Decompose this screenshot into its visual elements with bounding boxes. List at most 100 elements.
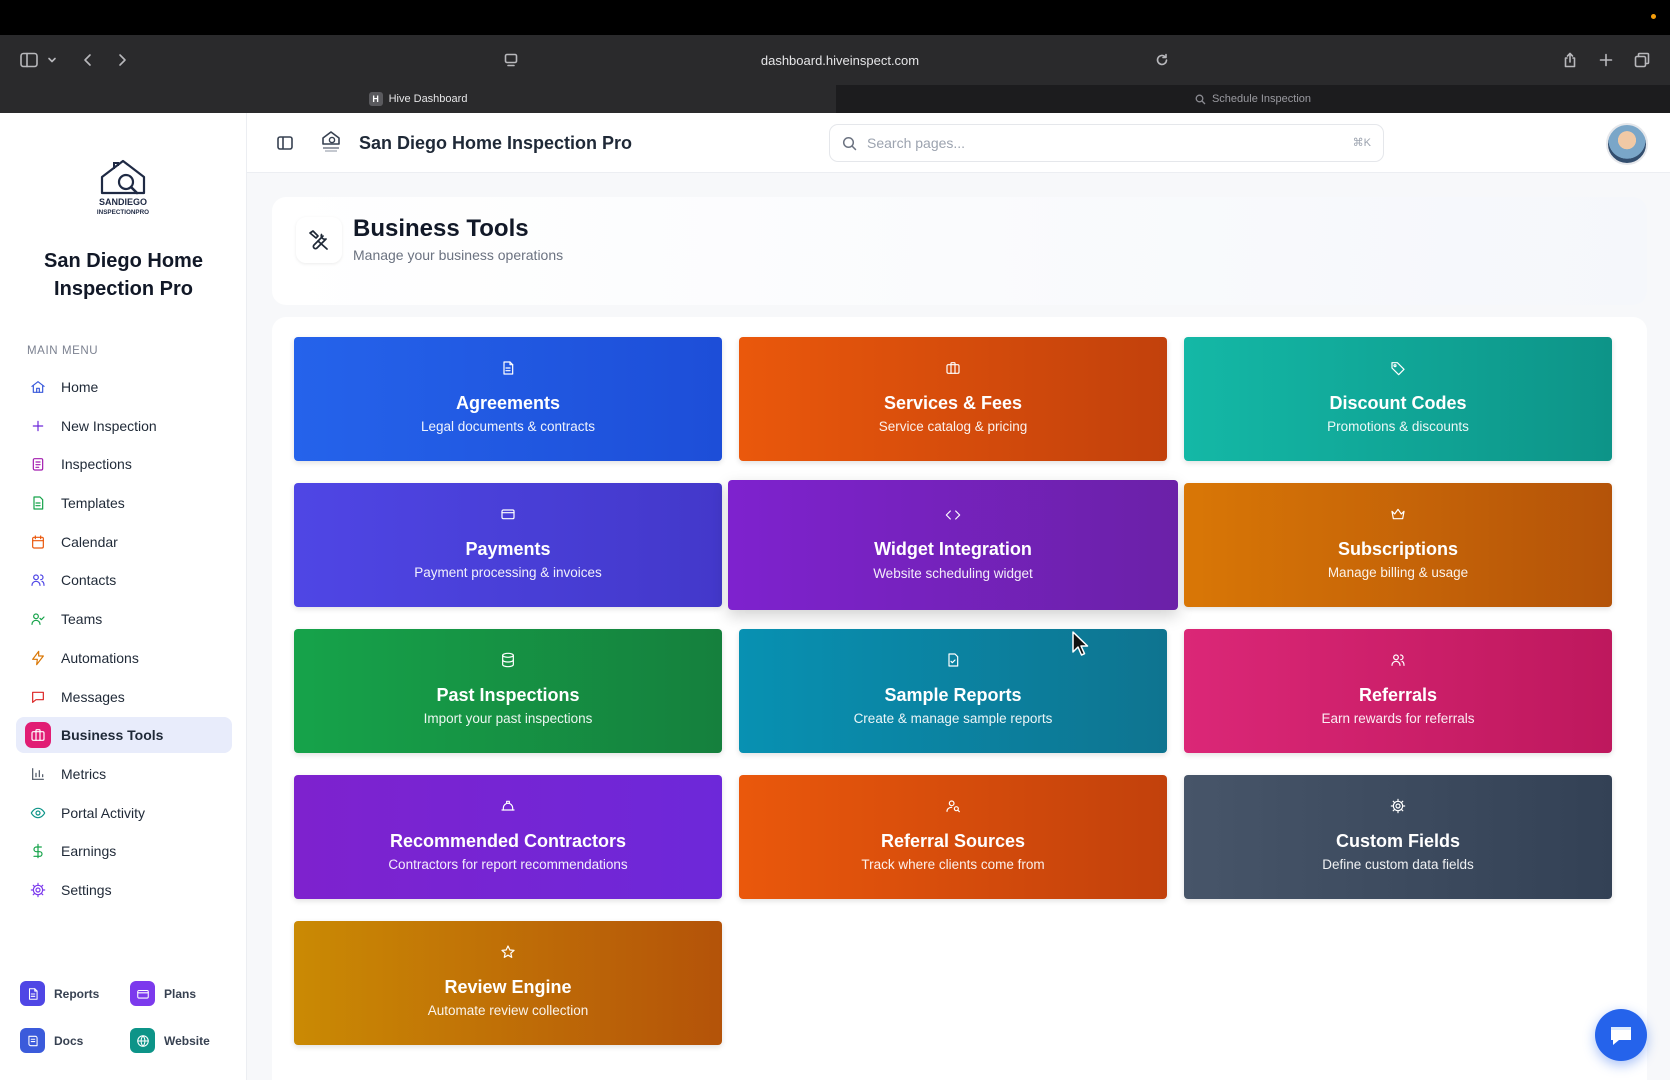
document-icon bbox=[20, 981, 45, 1006]
address-bar[interactable]: dashboard.hiveinspect.com bbox=[500, 46, 1180, 74]
message-icon bbox=[29, 688, 47, 706]
tool-card-referrals[interactable]: Referrals Earn rewards for referrals bbox=[1184, 629, 1612, 753]
tool-title: Referral Sources bbox=[880, 831, 1026, 851]
header-title: San Diego Home Inspection Pro bbox=[359, 133, 633, 153]
database-icon bbox=[294, 652, 722, 670]
tool-subtitle: Payment processing & invoices bbox=[414, 565, 602, 580]
browser-toolbar: dashboard.hiveinspect.com bbox=[0, 35, 1670, 85]
tool-title: Discount Codes bbox=[1329, 393, 1467, 413]
new-tab-icon[interactable] bbox=[1596, 45, 1616, 75]
sidebar-item-calendar[interactable]: Calendar bbox=[16, 524, 232, 560]
sidebar-item-automations[interactable]: Automations bbox=[16, 640, 232, 676]
tab-label: Hive Dashboard bbox=[388, 93, 468, 105]
sidebar-item-metrics[interactable]: Metrics bbox=[16, 756, 232, 792]
sidebar-item-label: Templates bbox=[61, 495, 125, 512]
os-menu-bar bbox=[0, 0, 1670, 35]
search-icon bbox=[842, 136, 857, 150]
search-icon bbox=[1195, 94, 1206, 104]
tab-overview-icon[interactable] bbox=[1632, 45, 1652, 75]
tool-subtitle: Manage billing & usage bbox=[1327, 565, 1469, 580]
card-icon bbox=[294, 506, 722, 524]
tab-schedule-inspection[interactable]: Schedule Inspection bbox=[836, 85, 1670, 113]
sidebar-item-label: Home bbox=[61, 379, 99, 395]
search-box[interactable]: ⌘K bbox=[829, 124, 1384, 162]
sidebar-item-label: Metrics bbox=[61, 765, 107, 782]
file-check-icon bbox=[739, 652, 1167, 670]
link-reports[interactable]: Reports bbox=[20, 981, 99, 1006]
code-icon bbox=[728, 507, 1178, 525]
header-logo-icon bbox=[322, 131, 340, 152]
tool-subtitle: Create & manage sample reports bbox=[853, 711, 1053, 726]
back-icon[interactable] bbox=[78, 45, 98, 75]
calendar-icon bbox=[29, 533, 47, 551]
share-icon[interactable] bbox=[1560, 45, 1580, 75]
tool-card-agreements[interactable]: Agreements Legal documents & contracts bbox=[294, 337, 722, 461]
tool-subtitle: Website scheduling widget bbox=[873, 566, 1033, 581]
svg-text:INSPECTIONPRO: INSPECTIONPRO bbox=[97, 209, 149, 216]
sidebar-item-new-inspection[interactable]: New Inspection bbox=[16, 408, 232, 444]
tool-card-referral-sources[interactable]: Referral Sources Track where clients come… bbox=[739, 775, 1167, 899]
user-avatar[interactable] bbox=[1606, 123, 1648, 165]
tool-title: Widget Integration bbox=[874, 539, 1032, 559]
svg-text:SANDIEGO: SANDIEGO bbox=[99, 197, 147, 207]
link-label: Website bbox=[164, 1033, 210, 1048]
sidebar-item-label: Business Tools bbox=[61, 727, 164, 744]
sidebar-item-portal-activity[interactable]: Portal Activity bbox=[16, 795, 232, 831]
sidebar-item-templates[interactable]: Templates bbox=[16, 485, 232, 521]
tool-card-widget-integration[interactable]: Widget Integration Website scheduling wid… bbox=[728, 480, 1178, 610]
sidebar-toggle-icon[interactable] bbox=[18, 45, 40, 75]
tool-title: Past Inspections bbox=[436, 685, 580, 705]
briefcase-icon bbox=[739, 360, 1167, 378]
sidebar-item-label: New Inspection bbox=[61, 417, 157, 434]
sidebar: SANDIEGO INSPECTIONPRO San Diego Home In… bbox=[0, 113, 247, 1080]
sidebar-item-inspections[interactable]: Inspections bbox=[16, 446, 232, 482]
users-icon bbox=[1184, 652, 1612, 670]
search-input[interactable] bbox=[867, 135, 1307, 151]
sidebar-item-home[interactable]: Home bbox=[16, 369, 232, 405]
sidebar-item-label: Contacts bbox=[61, 572, 117, 589]
tool-subtitle: Earn rewards for referrals bbox=[1321, 711, 1475, 726]
tool-card-sample-reports[interactable]: Sample Reports Create & manage sample rep… bbox=[739, 629, 1167, 753]
eye-icon bbox=[29, 804, 47, 822]
app-window: SANDIEGO INSPECTIONPRO San Diego Home In… bbox=[0, 113, 1670, 1080]
link-plans[interactable]: Plans bbox=[130, 981, 196, 1006]
tool-title: Subscriptions bbox=[1337, 539, 1458, 559]
globe-icon bbox=[130, 1028, 155, 1053]
reload-icon[interactable] bbox=[1152, 45, 1172, 75]
tool-card-review-engine[interactable]: Review Engine Automate review collection bbox=[294, 921, 722, 1045]
crown-icon bbox=[1184, 506, 1612, 524]
forward-icon[interactable] bbox=[112, 45, 132, 75]
bar-chart-icon bbox=[29, 765, 47, 783]
tool-title: Recommended Contractors bbox=[389, 831, 627, 851]
tool-card-recommended-contractors[interactable]: Recommended Contractors Contractors for r… bbox=[294, 775, 722, 899]
sidebar-item-contacts[interactable]: Contacts bbox=[16, 562, 232, 598]
tool-title: Services & Fees bbox=[883, 393, 1023, 413]
company-logo: SANDIEGO INSPECTIONPRO bbox=[97, 159, 149, 216]
tool-card-discount-codes[interactable]: Discount Codes Promotions & discounts bbox=[1184, 337, 1612, 461]
tool-card-payments[interactable]: Payments Payment processing & invoices bbox=[294, 483, 722, 607]
tool-card-custom-fields[interactable]: Custom Fields Define custom data fields bbox=[1184, 775, 1612, 899]
sidebar-item-business-tools[interactable]: Business Tools bbox=[16, 717, 232, 754]
tool-title: Sample Reports bbox=[884, 685, 1022, 705]
sidebar-item-teams[interactable]: Teams bbox=[16, 601, 232, 637]
mouse-cursor-icon bbox=[1072, 631, 1089, 656]
link-docs[interactable]: Docs bbox=[20, 1028, 83, 1053]
sidebar-item-messages[interactable]: Messages bbox=[16, 679, 232, 715]
tab-hive-dashboard[interactable]: H Hive Dashboard bbox=[0, 85, 836, 113]
tab-label: Schedule Inspection bbox=[1211, 93, 1312, 105]
tool-card-subscriptions[interactable]: Subscriptions Manage billing & usage bbox=[1184, 483, 1612, 607]
tool-card-past-inspections[interactable]: Past Inspections Import your past inspect… bbox=[294, 629, 722, 753]
gear-icon bbox=[1184, 798, 1612, 816]
sidebar-item-label: Portal Activity bbox=[61, 804, 146, 821]
chat-support-button[interactable] bbox=[1595, 1009, 1647, 1061]
link-label: Reports bbox=[54, 986, 100, 1001]
chevron-down-icon[interactable] bbox=[46, 45, 58, 75]
tool-card-services-fees[interactable]: Services & Fees Service catalog & pricing bbox=[739, 337, 1167, 461]
tool-title: Custom Fields bbox=[1335, 831, 1460, 851]
sidebar-item-earnings[interactable]: Earnings bbox=[16, 833, 232, 869]
briefcase-icon bbox=[25, 722, 51, 749]
sidebar-item-settings[interactable]: Settings bbox=[16, 872, 232, 908]
user-search-icon bbox=[739, 798, 1167, 816]
link-website[interactable]: Website bbox=[130, 1028, 210, 1053]
sidebar-collapse-icon[interactable] bbox=[276, 134, 294, 152]
